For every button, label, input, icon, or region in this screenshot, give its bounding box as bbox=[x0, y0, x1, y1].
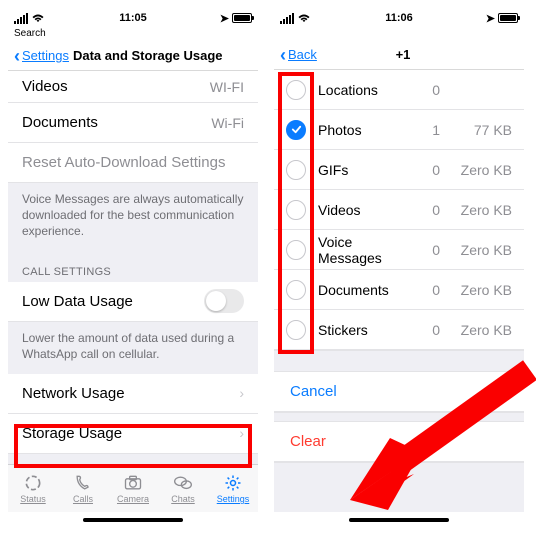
tab-bar: Status Calls Camera Chats Settings bbox=[8, 464, 258, 512]
media-size: Zero KB bbox=[452, 282, 512, 298]
media-row-locations[interactable]: Locations 0 bbox=[274, 70, 524, 110]
media-row-gifs[interactable]: GIFs 0 Zero KB bbox=[274, 150, 524, 190]
page-title: +1 bbox=[396, 47, 411, 62]
checkbox[interactable] bbox=[286, 80, 306, 100]
content-area: Videos Wi-Fi Documents Wi-Fi Reset Auto-… bbox=[8, 71, 258, 464]
battery-icon bbox=[232, 13, 252, 23]
chat-icon bbox=[172, 473, 194, 493]
back-button[interactable]: ‹ Settings bbox=[14, 47, 69, 65]
home-indicator bbox=[274, 512, 524, 528]
screen-left: 11:05 ➤ Search ‹ Settings Data and Stora… bbox=[8, 8, 258, 528]
media-count: 0 bbox=[420, 162, 440, 178]
section-call-settings: CALL SETTINGS bbox=[8, 252, 258, 282]
row-documents[interactable]: Documents Wi-Fi bbox=[8, 103, 258, 143]
tab-settings[interactable]: Settings bbox=[208, 465, 258, 512]
checkbox[interactable] bbox=[286, 200, 306, 220]
media-label: Videos bbox=[318, 202, 408, 218]
status-bar: 11:06 ➤ bbox=[274, 8, 524, 28]
screen-right: 11:06 ➤ ‹ Back +1 Locations 0 Photos 1 77 KB… bbox=[274, 8, 524, 528]
cell-signal-icon bbox=[14, 13, 28, 24]
media-count: 0 bbox=[420, 282, 440, 298]
media-label: GIFs bbox=[318, 162, 408, 178]
camera-icon bbox=[122, 473, 144, 493]
media-row-stickers[interactable]: Stickers 0 Zero KB bbox=[274, 310, 524, 350]
nav-bar: ‹ Settings Data and Storage Usage bbox=[8, 41, 258, 71]
gear-icon bbox=[222, 473, 244, 493]
media-count: 0 bbox=[420, 202, 440, 218]
media-size: 77 KB bbox=[452, 122, 512, 138]
media-label: Voice Messages bbox=[318, 234, 408, 266]
status-icon bbox=[22, 473, 44, 493]
chevron-right-icon: › bbox=[239, 385, 244, 401]
phone-icon bbox=[72, 473, 94, 493]
tab-camera[interactable]: Camera bbox=[108, 465, 158, 512]
media-size: Zero KB bbox=[452, 322, 512, 338]
media-count: 0 bbox=[420, 82, 440, 98]
low-data-note: Lower the amount of data used during a W… bbox=[8, 322, 258, 374]
checkbox[interactable] bbox=[286, 320, 306, 340]
row-low-data-usage[interactable]: Low Data Usage bbox=[8, 282, 258, 322]
row-videos[interactable]: Videos Wi-Fi bbox=[8, 71, 258, 103]
chevron-left-icon: ‹ bbox=[14, 47, 20, 65]
search-hint: Search bbox=[14, 28, 46, 39]
location-icon: ➤ bbox=[220, 12, 229, 25]
status-time: 11:06 bbox=[385, 12, 413, 24]
status-time: 11:05 bbox=[119, 12, 147, 24]
media-count: 1 bbox=[420, 122, 440, 138]
location-icon: ➤ bbox=[486, 12, 495, 25]
page-title: Data and Storage Usage bbox=[73, 48, 223, 63]
cancel-button[interactable]: Cancel bbox=[274, 372, 524, 412]
media-row-photos[interactable]: Photos 1 77 KB bbox=[274, 110, 524, 150]
checkbox[interactable] bbox=[286, 280, 306, 300]
back-button[interactable]: ‹ Back bbox=[280, 46, 317, 64]
chevron-left-icon: ‹ bbox=[280, 46, 286, 64]
row-reset-autodownload[interactable]: Reset Auto-Download Settings bbox=[8, 143, 258, 183]
voice-note: Voice Messages are always automatically … bbox=[8, 183, 258, 252]
media-row-voice-messages[interactable]: Voice Messages 0 Zero KB bbox=[274, 230, 524, 270]
tab-chats[interactable]: Chats bbox=[158, 465, 208, 512]
media-list: Locations0Photos177 KBGIFs0Zero KBVideos… bbox=[274, 70, 524, 350]
tab-status[interactable]: Status bbox=[8, 465, 58, 512]
row-storage-usage[interactable]: Storage Usage › bbox=[8, 414, 258, 454]
row-network-usage[interactable]: Network Usage › bbox=[8, 374, 258, 414]
battery-icon bbox=[498, 13, 518, 23]
content-area: Locations0Photos177 KBGIFs0Zero KBVideos… bbox=[274, 70, 524, 512]
checkbox[interactable] bbox=[286, 160, 306, 180]
cell-signal-icon bbox=[280, 13, 294, 24]
media-count: 0 bbox=[420, 322, 440, 338]
media-row-documents[interactable]: Documents 0 Zero KB bbox=[274, 270, 524, 310]
media-size: Zero KB bbox=[452, 202, 512, 218]
wifi-icon bbox=[297, 13, 311, 23]
media-label: Photos bbox=[318, 122, 408, 138]
status-bar: 11:05 ➤ bbox=[8, 8, 258, 28]
media-count: 0 bbox=[420, 242, 440, 258]
wifi-icon bbox=[31, 13, 45, 23]
low-data-toggle[interactable] bbox=[204, 289, 244, 313]
checkbox[interactable] bbox=[286, 240, 306, 260]
checkbox[interactable] bbox=[286, 120, 306, 140]
tab-calls[interactable]: Calls bbox=[58, 465, 108, 512]
media-label: Documents bbox=[318, 282, 408, 298]
nav-bar: ‹ Back +1 bbox=[274, 40, 524, 70]
home-indicator bbox=[8, 512, 258, 528]
media-size: Zero KB bbox=[452, 242, 512, 258]
media-label: Locations bbox=[318, 82, 408, 98]
clear-button[interactable]: Clear bbox=[274, 422, 524, 462]
media-label: Stickers bbox=[318, 322, 408, 338]
media-size: Zero KB bbox=[452, 162, 512, 178]
media-row-videos[interactable]: Videos 0 Zero KB bbox=[274, 190, 524, 230]
chevron-right-icon: › bbox=[239, 425, 244, 441]
